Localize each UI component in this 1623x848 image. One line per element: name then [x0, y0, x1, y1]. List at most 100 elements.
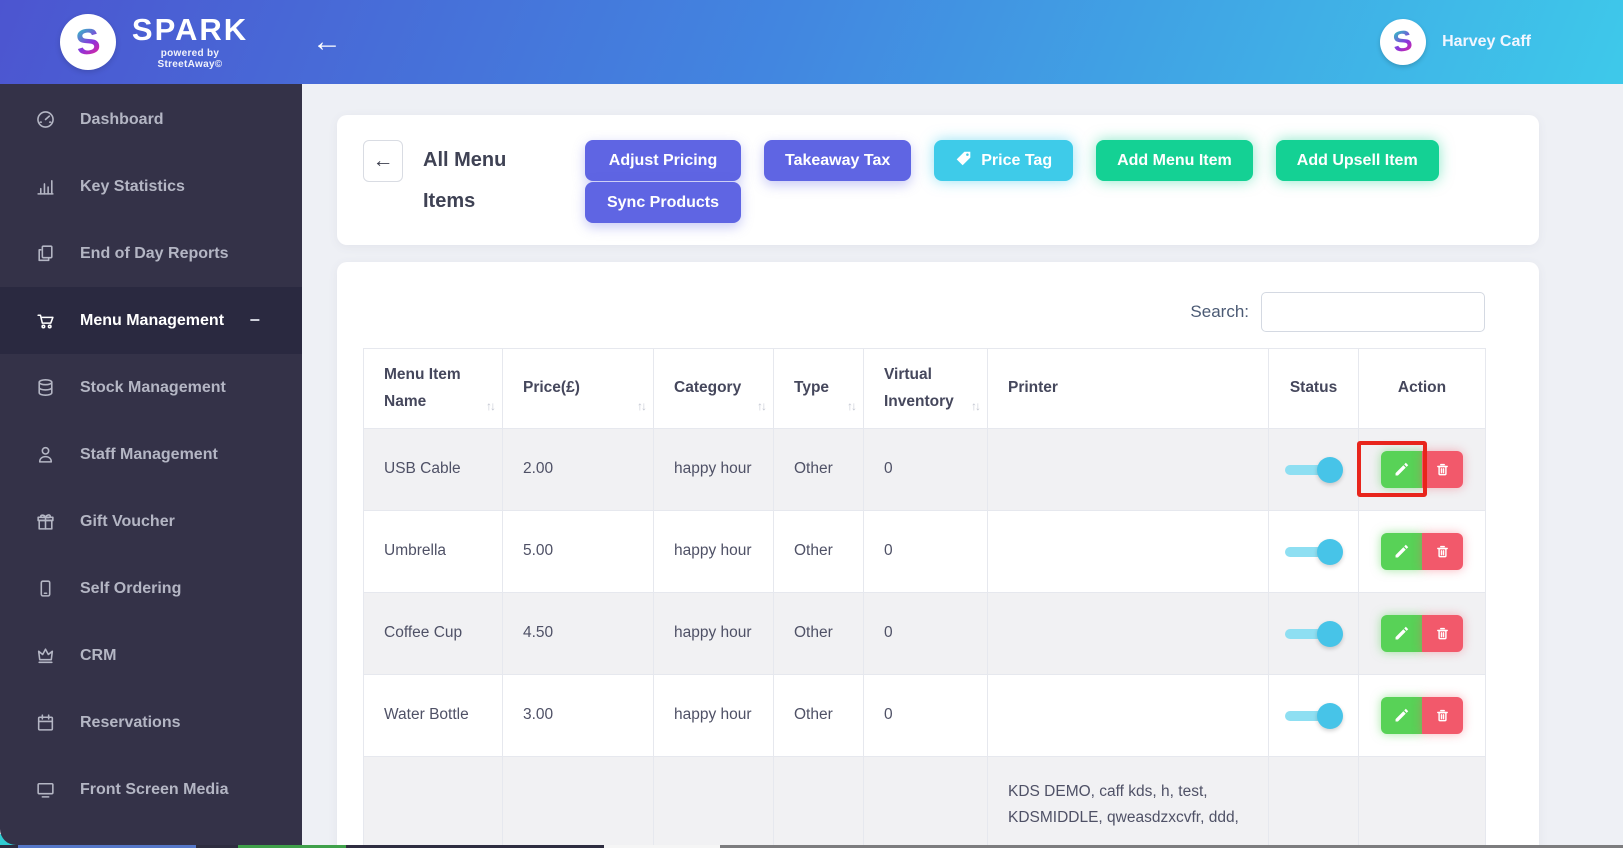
add-upsell-item-button[interactable]: Add Upsell Item	[1275, 140, 1439, 181]
edit-button[interactable]	[1381, 697, 1422, 734]
collapse-minus-icon[interactable]: −	[249, 310, 260, 331]
delete-button[interactable]	[1422, 451, 1463, 488]
status-toggle-on[interactable]	[1284, 620, 1343, 647]
pricing-button-stack: Adjust Pricing Sync Products	[585, 140, 741, 223]
cell-category: happy hour	[653, 592, 774, 675]
cell-category: happy hour	[653, 510, 774, 593]
cell-type	[773, 756, 864, 845]
sidebar-item-front-screen-media[interactable]: Front Screen Media	[0, 756, 302, 823]
cell-category: happy hour	[653, 674, 774, 757]
crown-icon	[33, 645, 57, 666]
sidebar-item-label: Staff Management	[80, 445, 218, 463]
sidebar-item-self-ordering[interactable]: Self Ordering	[0, 555, 302, 622]
cell-printer: KDS DEMO, caff kds, h, test, KDSMIDDLE, …	[987, 756, 1269, 845]
sidebar-item-end-of-day-reports[interactable]: End of Day Reports	[0, 220, 302, 287]
sidebar-item-stock-management[interactable]: Stock Management	[0, 354, 302, 421]
user-avatar[interactable]: S	[1380, 19, 1427, 65]
page-back-button[interactable]: ←	[363, 140, 403, 182]
status-toggle-on[interactable]	[1284, 702, 1343, 729]
sort-icon[interactable]: ↑↓	[847, 396, 857, 416]
page-title: All Menu Items	[423, 149, 507, 212]
sidebar-item-label: Dashboard	[80, 110, 164, 128]
database-icon	[33, 377, 57, 398]
sidebar-item-label: CRM	[80, 646, 117, 664]
col-header-printer: Printer	[987, 348, 1269, 429]
brand-name: SPARK	[131, 12, 249, 47]
sidebar-item-dashboard[interactable]: Dashboard	[0, 86, 302, 153]
menu-items-table: Menu Item Name ↑↓ Price(£) ↑↓ Category ↑↓ T…	[363, 348, 1486, 845]
cell-price: 4.50	[502, 592, 654, 675]
search-label: Search:	[1190, 302, 1249, 321]
col-header-virtual-inventory[interactable]: Virtual Inventory ↑↓	[863, 348, 988, 429]
cell-price: 5.00	[502, 510, 654, 593]
col-header-menu-item-name[interactable]: Menu Item Name ↑↓	[363, 348, 503, 429]
cell-type: Other	[773, 592, 864, 675]
cell-virtual-inventory: 0	[863, 428, 988, 511]
table-search-row: Search:	[363, 292, 1511, 332]
col-header-category[interactable]: Category ↑↓	[653, 348, 774, 429]
delete-button[interactable]	[1422, 533, 1463, 570]
sidebar-item-staff-management[interactable]: Staff Management	[0, 421, 302, 488]
price-tag-button[interactable]: Price Tag	[934, 140, 1074, 181]
table-row-water-bottle: Water Bottle 3.00 happy hour Other 0	[363, 674, 1486, 757]
col-header-price[interactable]: Price(£) ↑↓	[502, 348, 654, 429]
user-name: Harvey Caff	[1442, 33, 1531, 50]
adjust-pricing-button[interactable]: Adjust Pricing	[585, 140, 741, 181]
cell-virtual-inventory: 0	[863, 674, 988, 757]
status-toggle-on[interactable]	[1284, 456, 1343, 483]
cell-virtual-inventory: 0	[863, 592, 988, 675]
col-header-type[interactable]: Type ↑↓	[773, 348, 864, 429]
cell-price	[502, 756, 654, 845]
search-input[interactable]	[1261, 292, 1485, 332]
delete-button[interactable]	[1422, 697, 1463, 734]
cell-printer	[987, 510, 1269, 593]
cell-printer	[987, 428, 1269, 511]
sidebar-item-reservations[interactable]: Reservations	[0, 689, 302, 756]
sidebar-item-crm[interactable]: CRM	[0, 622, 302, 689]
sort-icon[interactable]: ↑↓	[971, 396, 981, 416]
cell-category: happy hour	[653, 428, 774, 511]
cell-name	[363, 756, 503, 845]
menu-table-card: Search: Menu Item Name ↑↓ Price(£) ↑↓ Cate…	[337, 262, 1539, 845]
brand-logo-block: S SPARK powered by StreetAway©	[0, 14, 250, 70]
cell-type: Other	[773, 674, 864, 757]
price-tag-icon	[955, 150, 972, 172]
cell-category	[653, 756, 774, 845]
edit-button[interactable]	[1381, 451, 1422, 488]
user-menu[interactable]: S Harvey Caff	[1380, 19, 1623, 65]
reports-pages-icon	[33, 243, 57, 264]
cell-name: Water Bottle	[363, 674, 503, 757]
table-row-coffee-cup: Coffee Cup 4.50 happy hour Other 0	[363, 592, 1486, 675]
sidebar-item-label: Self Ordering	[80, 579, 182, 597]
bar-chart-icon	[33, 176, 57, 197]
calendar-icon	[33, 712, 57, 733]
sidebar-item-key-statistics[interactable]: Key Statistics	[0, 153, 302, 220]
col-header-action: Action	[1358, 348, 1486, 429]
cell-name: USB Cable	[363, 428, 503, 511]
delete-button[interactable]	[1422, 615, 1463, 652]
edit-button[interactable]	[1381, 615, 1422, 652]
table-row-umbrella: Umbrella 5.00 happy hour Other 0	[363, 510, 1486, 593]
cell-printer	[987, 674, 1269, 757]
page-header-card: ← All Menu Items Adjust Pricing Sync Pro…	[337, 115, 1539, 245]
status-toggle-on[interactable]	[1284, 538, 1343, 565]
cell-virtual-inventory: 0	[863, 510, 988, 593]
sidebar-item-label: Front Screen Media	[80, 780, 229, 798]
sort-icon[interactable]: ↑↓	[637, 396, 647, 416]
sidebar-navigation: Dashboard Key Statistics End of Day Repo…	[0, 84, 302, 845]
sort-icon[interactable]: ↑↓	[757, 396, 767, 416]
add-menu-item-button[interactable]: Add Menu Item	[1096, 140, 1253, 181]
dashboard-gauge-icon	[33, 109, 57, 130]
table-header-row: Menu Item Name ↑↓ Price(£) ↑↓ Category ↑↓ T…	[363, 348, 1486, 429]
sidebar-item-menu-management[interactable]: Menu Management −	[0, 287, 302, 354]
edit-button[interactable]	[1381, 533, 1422, 570]
takeaway-tax-button[interactable]: Takeaway Tax	[764, 140, 912, 181]
cell-virtual-inventory	[863, 756, 988, 845]
cell-name: Coffee Cup	[363, 592, 503, 675]
sort-icon[interactable]: ↑↓	[486, 396, 496, 416]
cart-icon	[33, 310, 57, 331]
sidebar-item-gift-voucher[interactable]: Gift Voucher	[0, 488, 302, 555]
topbar-back-arrow-icon[interactable]: ←	[312, 27, 342, 57]
sync-products-button[interactable]: Sync Products	[585, 182, 741, 223]
cell-printer	[987, 592, 1269, 675]
